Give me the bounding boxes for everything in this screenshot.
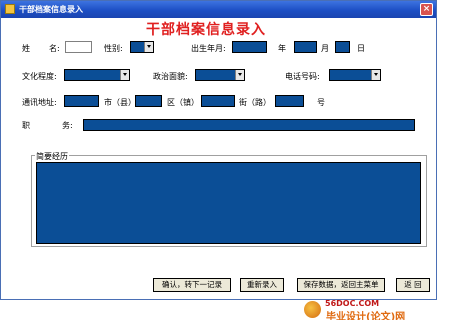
- title-bar: 干部档案信息录入 ×: [1, 1, 436, 18]
- reenter-button[interactable]: 重新录入: [240, 278, 284, 292]
- birth-label: 出生年月:: [191, 44, 226, 53]
- year-label: 年: [278, 44, 286, 53]
- education-select[interactable]: [64, 69, 130, 81]
- phone-select[interactable]: [329, 69, 381, 81]
- post-input[interactable]: [83, 119, 415, 131]
- save-return-button[interactable]: 保存数据，返回主菜单: [297, 278, 385, 292]
- address-label: 通讯地址:: [22, 98, 57, 107]
- birth-month-input[interactable]: [294, 41, 317, 53]
- close-icon[interactable]: ×: [420, 3, 433, 16]
- city-input[interactable]: [64, 95, 99, 107]
- chevron-down-icon[interactable]: [371, 70, 380, 80]
- street-label: 街（路）: [239, 98, 271, 107]
- form-window: 干部档案信息录入 × 干部档案信息录入 姓 名: 性别: 出生年月: 年 月 日…: [0, 0, 437, 300]
- gender-select[interactable]: [130, 41, 154, 53]
- district-input[interactable]: [135, 95, 162, 107]
- site-banner: 56DOC.COM 毕业设计(论文)网: [300, 299, 460, 320]
- number-input[interactable]: [275, 95, 304, 107]
- post-label-b: 务:: [62, 121, 73, 130]
- gender-label: 性别:: [104, 44, 123, 53]
- street-input[interactable]: [201, 95, 235, 107]
- banner-text: 毕业设计(论文)网: [326, 312, 406, 320]
- birth-day-input[interactable]: [335, 41, 350, 53]
- back-button[interactable]: 返 回: [396, 278, 430, 292]
- chevron-down-icon[interactable]: [120, 70, 129, 80]
- name-input[interactable]: [65, 41, 92, 53]
- education-label: 文化程度:: [22, 72, 57, 81]
- number-label: 号: [317, 98, 325, 107]
- resume-textarea[interactable]: [36, 162, 421, 244]
- resume-group-label: 简要经历: [35, 151, 69, 162]
- city-label: 市（县）: [104, 98, 136, 107]
- phone-label: 电话号码:: [285, 72, 320, 81]
- chevron-down-icon[interactable]: [235, 70, 244, 80]
- name-label-a: 姓: [22, 44, 30, 53]
- birth-year-input[interactable]: [232, 41, 267, 53]
- political-label: 政治面貌:: [153, 72, 188, 81]
- confirm-next-button[interactable]: 确认，转下一记录: [153, 278, 231, 292]
- district-label: 区（镇）: [167, 98, 199, 107]
- app-icon: [5, 4, 15, 14]
- banner-url: 56DOC.COM: [325, 299, 380, 308]
- chevron-down-icon[interactable]: [144, 42, 153, 52]
- day-label: 日: [357, 44, 365, 53]
- site-logo-icon: [304, 301, 321, 318]
- form-heading: 干部档案信息录入: [146, 22, 266, 38]
- month-label: 月: [321, 44, 329, 53]
- name-label-b: 名:: [49, 44, 60, 53]
- political-select[interactable]: [195, 69, 245, 81]
- window-title: 干部档案信息录入: [19, 5, 83, 14]
- post-label-a: 职: [22, 121, 30, 130]
